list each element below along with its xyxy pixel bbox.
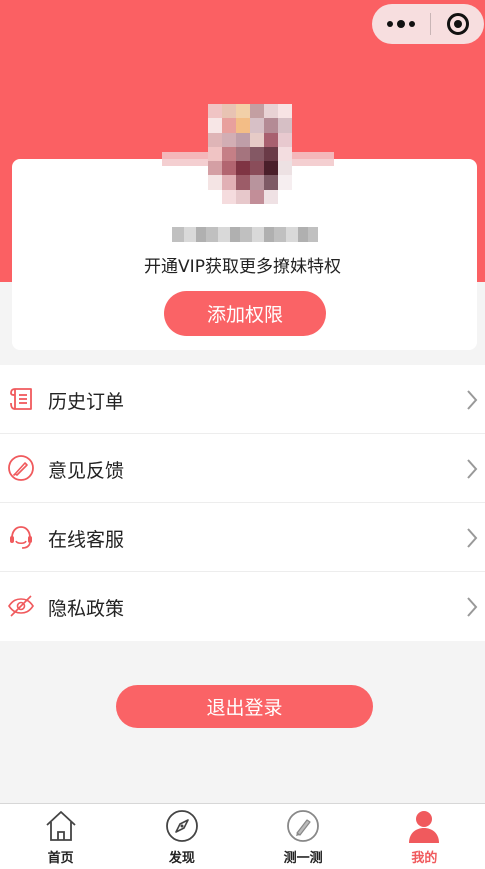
close-button[interactable] bbox=[431, 4, 484, 44]
chevron-right-icon bbox=[467, 459, 478, 479]
settings-menu: 历史订单 意见反馈 在线客服 隐私政策 bbox=[0, 365, 485, 641]
username-blurred bbox=[172, 227, 318, 242]
mini-program-capsule bbox=[372, 4, 484, 44]
menu-item-customer-service[interactable]: 在线客服 bbox=[0, 503, 485, 572]
tab-label: 发现 bbox=[168, 851, 195, 866]
order-list-icon bbox=[10, 388, 32, 410]
hidden-eye-icon bbox=[8, 595, 34, 617]
tab-mine[interactable]: 我的 bbox=[364, 804, 485, 869]
headset-icon bbox=[10, 526, 32, 549]
menu-item-label: 在线客服 bbox=[48, 529, 125, 551]
avatar-image bbox=[208, 104, 292, 204]
menu-item-privacy-policy[interactable]: 隐私政策 bbox=[0, 572, 485, 641]
tab-label: 首页 bbox=[47, 851, 74, 866]
person-icon bbox=[409, 811, 440, 843]
logout-button[interactable]: 退出登录 bbox=[116, 685, 373, 728]
feedback-pen-icon bbox=[8, 455, 34, 481]
chevron-right-icon bbox=[467, 390, 478, 410]
add-permission-button[interactable]: 添加权限 bbox=[164, 291, 326, 336]
compass-icon bbox=[165, 810, 198, 842]
pencil-circle-icon bbox=[287, 810, 320, 842]
home-icon bbox=[46, 811, 76, 841]
vip-prompt-text: 开通VIP获取更多撩妹特权 bbox=[144, 257, 341, 277]
tab-test[interactable]: 测一测 bbox=[243, 804, 364, 869]
tab-label: 测一测 bbox=[283, 851, 323, 866]
tab-discover[interactable]: 发现 bbox=[121, 804, 242, 869]
chevron-right-icon bbox=[467, 528, 478, 548]
menu-item-feedback[interactable]: 意见反馈 bbox=[0, 434, 485, 503]
target-close-icon bbox=[446, 13, 469, 35]
bottom-tab-bar: 首页 发现 测一测 我的 bbox=[0, 803, 485, 869]
more-button[interactable] bbox=[372, 4, 430, 44]
profile-screen: 开通VIP获取更多撩妹特权 添加权限 历史订单 意见反馈 在线客服 隐私政策 退… bbox=[0, 0, 485, 869]
menu-item-label: 隐私政策 bbox=[48, 598, 125, 620]
menu-item-order-history[interactable]: 历史订单 bbox=[0, 365, 485, 434]
chevron-right-icon bbox=[467, 597, 478, 617]
tab-label: 我的 bbox=[411, 851, 438, 866]
menu-item-label: 意见反馈 bbox=[48, 460, 125, 482]
tab-home[interactable]: 首页 bbox=[0, 804, 121, 869]
menu-item-label: 历史订单 bbox=[48, 391, 125, 413]
more-dots-icon bbox=[387, 21, 393, 27]
avatar[interactable] bbox=[162, 104, 334, 204]
